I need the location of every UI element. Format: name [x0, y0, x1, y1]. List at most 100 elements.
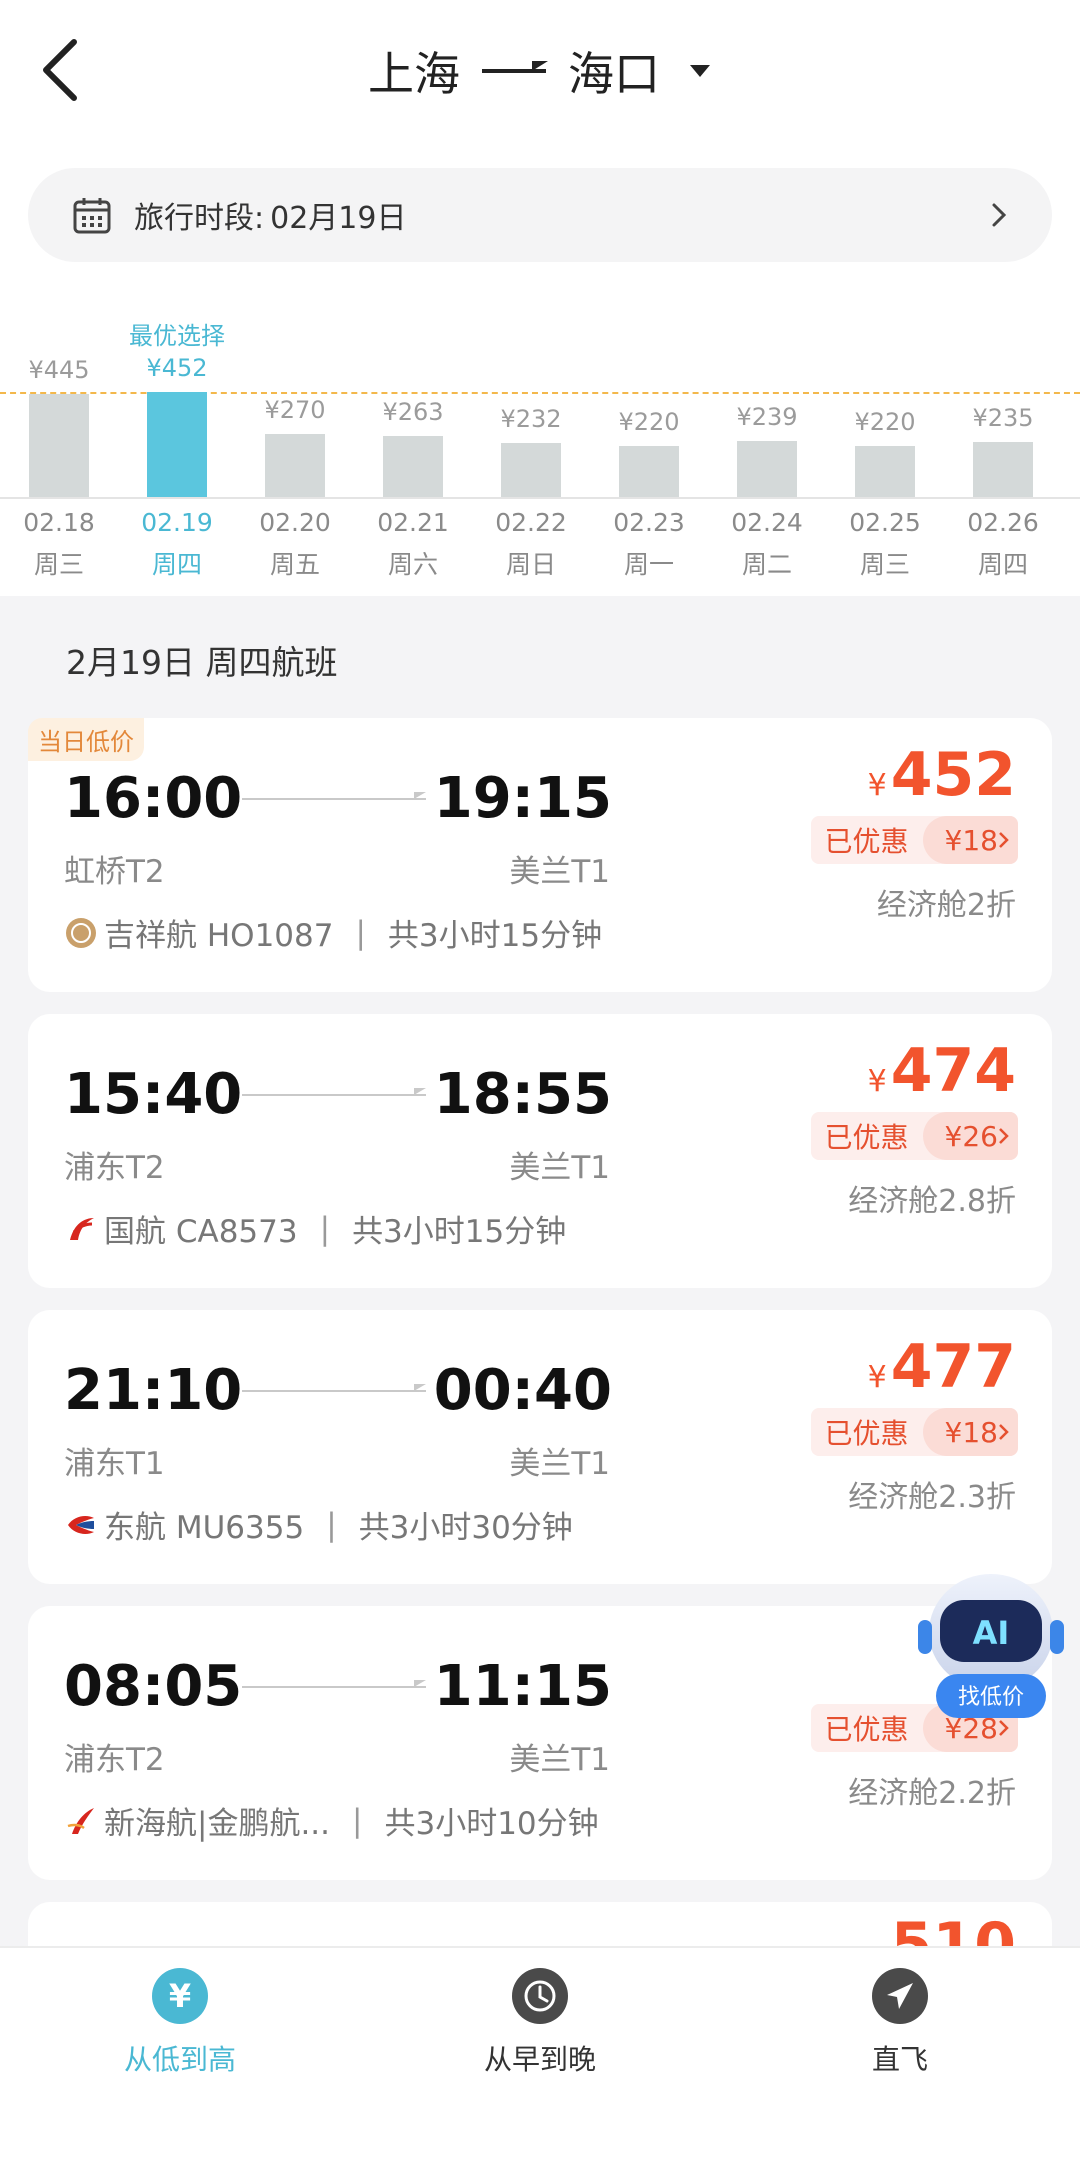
air-china-logo-icon	[70, 1217, 94, 1240]
arrival-time: 00:40	[433, 1358, 612, 1423]
origin-city: 上海	[368, 47, 460, 101]
ai-find-low-price-button[interactable]: AI 找低价	[916, 1562, 1066, 1730]
discount-badge[interactable]: 已优惠 ¥18	[810, 1408, 1018, 1456]
calendar-day[interactable]: ¥270 02.20 周五	[236, 310, 354, 590]
departure-time: 08:05	[64, 1654, 243, 1719]
day-date: 02.20	[259, 508, 331, 537]
day-date: 02.19	[141, 508, 213, 537]
price-calendar-chart: ¥445 02.18 周三 ¥452 最优选择 02.19 周四 ¥270 02.20 周五 ¥26…	[0, 310, 1080, 590]
departure-time: 15:40	[64, 1062, 243, 1127]
day-weekday: 周六	[387, 550, 438, 579]
departure-airport: 虹桥T2	[64, 854, 165, 890]
flight-arrow-icon	[242, 792, 426, 800]
filter-direct-flight[interactable]: 直飞	[800, 1968, 1000, 2078]
day-price: ¥452	[146, 354, 208, 382]
departure-airport: 浦东T2	[64, 1150, 165, 1186]
flight-price: 510	[890, 1910, 1016, 1946]
low-price-tag: 当日低价	[28, 718, 144, 761]
bottom-sort-bar: ¥ 从低到高 从早到晚 直飞	[0, 1946, 1080, 2178]
calendar-icon	[73, 198, 111, 234]
day-price: ¥235	[972, 404, 1034, 432]
juneyao-logo-icon	[66, 917, 96, 948]
arrival-time: 11:15	[433, 1654, 612, 1719]
price-bar	[383, 436, 443, 497]
airline-info: 吉祥航 HO1087 | 共3小时15分钟	[64, 910, 602, 955]
day-weekday: 周三	[859, 550, 910, 579]
departure-airport: 浦东T2	[64, 1742, 165, 1778]
arrival-airport: 美兰T1	[509, 1446, 610, 1482]
day-weekday: 周三	[33, 550, 84, 579]
discount-badge[interactable]: 已优惠 ¥26	[810, 1112, 1018, 1160]
calendar-day[interactable]: ¥220 02.25 周三	[826, 310, 944, 590]
separator: |	[319, 1210, 331, 1247]
calendar-day[interactable]: ¥239 02.24 周二	[708, 310, 826, 590]
day-weekday: 周二	[741, 550, 792, 579]
ai-badge-text: AI	[973, 1614, 1010, 1652]
flight-price: ¥474	[867, 1036, 1016, 1106]
day-price: ¥239	[736, 403, 798, 431]
chevron-right-icon	[999, 1128, 1009, 1144]
ai-button-label: 找低价	[958, 1685, 1024, 1710]
route-arrow-icon	[482, 61, 548, 73]
hainan-logo-icon	[67, 1807, 94, 1834]
flight-duration: 共3小时15分钟	[352, 1214, 567, 1250]
arrival-time: 19:15	[433, 766, 612, 831]
price-bar	[147, 392, 207, 497]
calendar-day[interactable]: ¥220 02.23 周一	[590, 310, 708, 590]
nav-label: 从早到晚	[483, 2043, 596, 2076]
period-value: 02月19日	[270, 201, 407, 236]
flight-arrow-icon	[242, 1680, 426, 1688]
flight-card[interactable]: 当日低价 16:00 19:15 虹桥T2 美兰T1 吉祥航 HO1087 | …	[28, 718, 1052, 992]
day-date: 02.21	[377, 508, 449, 537]
arrival-airport: 美兰T1	[509, 1742, 610, 1778]
flight-list: 2月19日 周四航班 当日低价 16:00 19:15 虹桥T2 美兰T1 吉祥…	[0, 596, 1080, 1946]
calendar-day[interactable]: ¥445 02.18 周三	[0, 310, 118, 590]
departure-airport: 浦东T1	[64, 1446, 165, 1482]
flight-duration: 共3小时15分钟	[387, 918, 603, 954]
airline-info: 国航 CA8573 | 共3小时15分钟	[64, 1206, 566, 1251]
price-bar	[501, 443, 561, 497]
flight-price: ¥452	[867, 740, 1016, 810]
price-bar	[265, 434, 325, 497]
separator: |	[326, 1506, 337, 1543]
day-price: ¥220	[618, 408, 680, 436]
chevron-right-icon	[999, 832, 1009, 848]
china-eastern-logo-icon	[68, 1515, 94, 1534]
nav-label: 直飞	[871, 2043, 928, 2076]
plane-icon	[872, 1968, 928, 2024]
discount-badge[interactable]: 已优惠 ¥18	[810, 816, 1018, 864]
calendar-day[interactable]: ¥452 最优选择 02.19 周四	[118, 310, 236, 590]
flight-arrow-icon	[242, 1088, 426, 1096]
sort-price-low-high[interactable]: ¥ 从低到高	[80, 1968, 280, 2078]
flight-card[interactable]: 15:40 18:55 浦东T2 美兰T1 国航 CA8573 | 共3小时15…	[28, 1014, 1052, 1288]
price-bar	[973, 442, 1033, 497]
calendar-day[interactable]: ¥232 02.22 周日	[472, 310, 590, 590]
yen-icon: ¥	[152, 1968, 208, 2024]
travel-period-bar[interactable]: 旅行时段: 02月19日	[28, 168, 1052, 262]
airline-info: 新海航|金鹏航... | 共3小时10分钟	[64, 1798, 599, 1843]
airline-flight-number: 东航 MU6355	[104, 1510, 305, 1546]
day-weekday: 周一	[623, 550, 674, 579]
caret-down-icon	[690, 65, 710, 77]
airline-flight-number: 新海航|金鹏航...	[104, 1806, 331, 1842]
cabin-class: 经济舱2.2折	[848, 1776, 1016, 1811]
flight-card[interactable]: 21:10 00:40 浦东T1 美兰T1 东航 MU6355 | 共3小时30…	[28, 1310, 1052, 1584]
day-weekday: 周四	[977, 550, 1028, 579]
route-selector[interactable]: 上海 海口	[0, 38, 1080, 104]
airline-flight-number: 吉祥航 HO1087	[104, 918, 334, 954]
sort-time-early-late[interactable]: 从早到晚	[440, 1968, 640, 2078]
flight-arrow-icon	[242, 1384, 426, 1392]
arrival-time: 18:55	[433, 1062, 612, 1127]
calendar-day[interactable]: ¥263 02.21 周六	[354, 310, 472, 590]
flight-card[interactable]: 510	[28, 1902, 1052, 1946]
day-date: 02.22	[495, 508, 567, 537]
cabin-class: 经济舱2.3折	[848, 1480, 1016, 1515]
day-date: 02.26	[967, 508, 1039, 537]
day-price: ¥263	[382, 398, 444, 426]
flight-duration: 共3小时10分钟	[384, 1806, 599, 1842]
day-date: 02.24	[731, 508, 803, 537]
robot-icon: AI 找低价	[918, 1574, 1064, 1718]
flight-card[interactable]: 08:05 11:15 浦东T2 美兰T1 新海航|金鹏航... | 共3小时1…	[28, 1606, 1052, 1880]
day-price: ¥220	[854, 408, 916, 436]
calendar-day[interactable]: ¥235 02.26 周四	[944, 310, 1062, 590]
